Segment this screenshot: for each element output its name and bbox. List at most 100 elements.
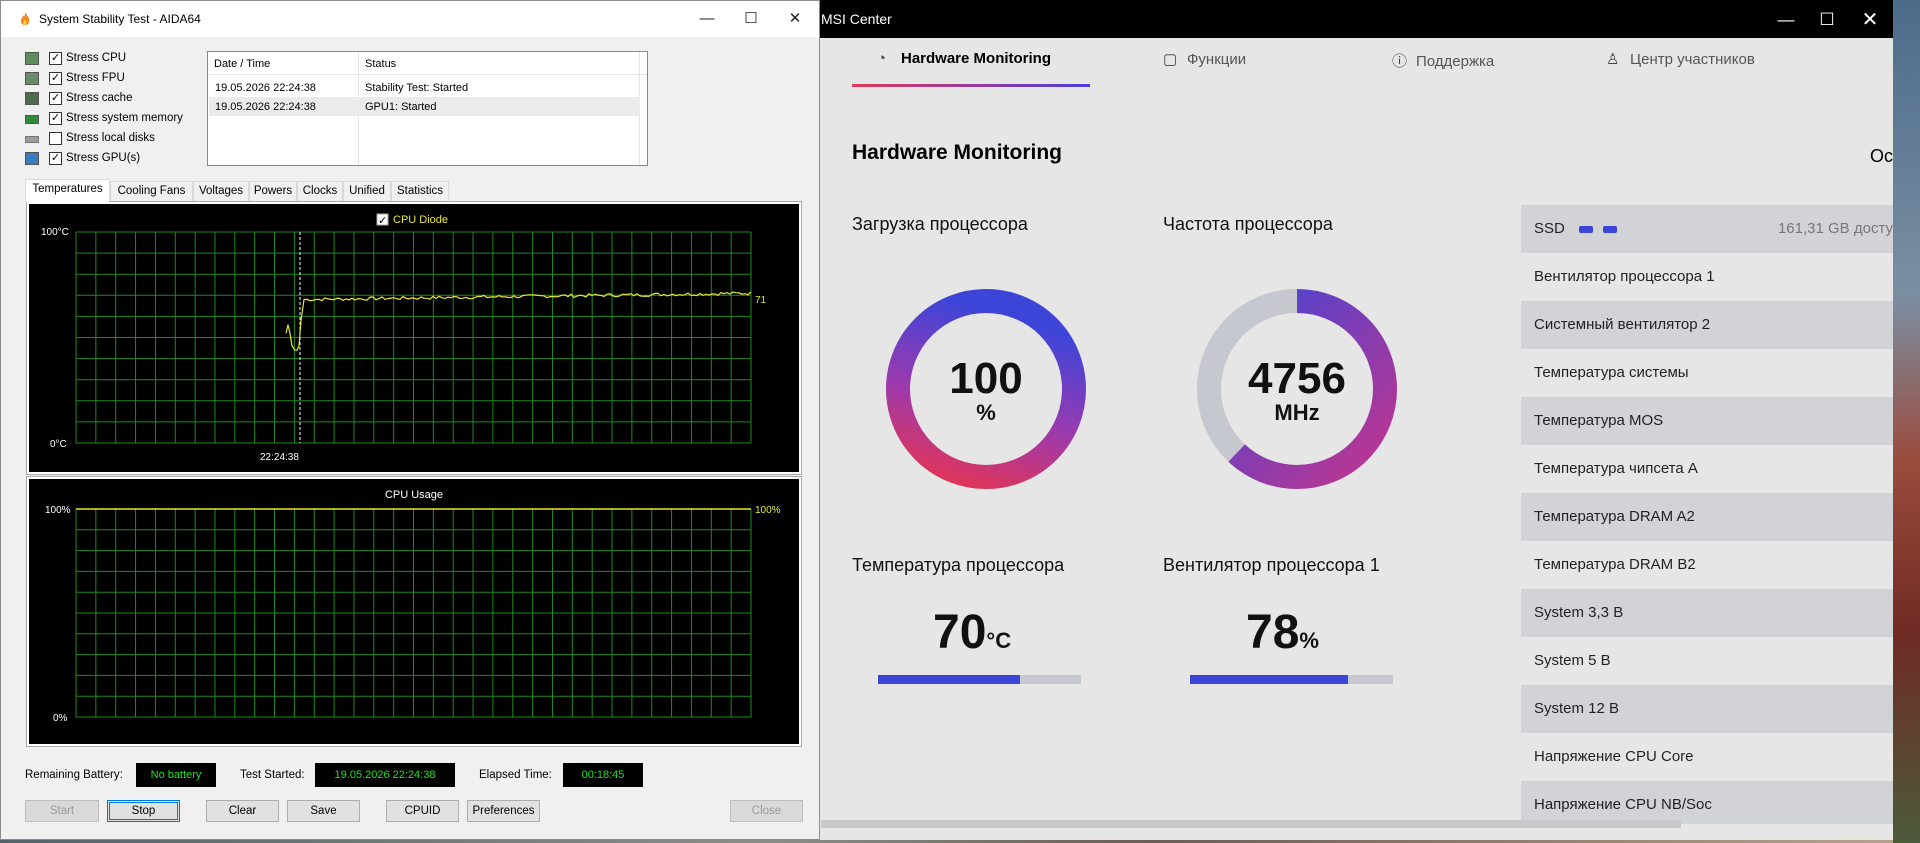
preferences-button[interactable]: Preferences: [467, 800, 540, 822]
msi-maximize-button[interactable]: ☐: [1807, 8, 1847, 32]
sensor-item[interactable]: Температура DRAM A2: [1521, 493, 1893, 541]
save-button[interactable]: Save: [287, 800, 360, 822]
nav-hardware-monitoring[interactable]: ◔ Hardware Monitoring: [877, 50, 1051, 74]
stress-cache-option[interactable]: ✓ Stress cache: [23, 89, 208, 109]
cpu-usage-graph-canvas: CPU Usage 100% 0% 100%: [45, 489, 781, 724]
disk-icon: [25, 136, 39, 143]
cpu-load-unit: %: [976, 400, 996, 425]
msi-close-button[interactable]: ✕: [1850, 8, 1890, 32]
temp-y-max-label: 100°C: [41, 227, 69, 238]
cpu-usage-graph: CPU Usage 100% 0% 100%: [26, 476, 802, 747]
sensor-item[interactable]: Напряжение CPU Core: [1521, 733, 1893, 781]
event-log-table[interactable]: Date / Time Status 19.05.2026 22:24:38 S…: [207, 51, 648, 166]
features-icon: ▢: [1163, 51, 1178, 68]
stress-cpu-label: Stress CPU: [66, 52, 127, 64]
stress-memory-checkbox[interactable]: ✓: [49, 112, 62, 125]
elapsed-time-value: 00:18:45: [563, 763, 643, 787]
window-title: System Stability Test - AIDA64: [39, 12, 201, 26]
stress-fpu-checkbox[interactable]: ✓: [49, 72, 62, 85]
cpu-fan-label: Вентилятор процессора 1: [1163, 555, 1380, 575]
cpu-usage-title: CPU Usage: [385, 489, 443, 501]
nav-member-center[interactable]: ♙ Центр участников: [1606, 50, 1755, 74]
msi-center-window: MSI Center — ☐ ✕ ◔ Hardware Monitoring ▢ Ф…: [820, 0, 1893, 840]
sensor-item-ssd[interactable]: SSD 161,31 GB досту: [1521, 205, 1893, 253]
cpuid-button[interactable]: CPUID: [386, 800, 459, 822]
log-col-status[interactable]: Status: [365, 58, 396, 70]
nav-features[interactable]: ▢ Функции: [1163, 50, 1246, 74]
cpu-temperature-value: 70°C: [933, 605, 1011, 660]
sensor-item[interactable]: Напряжение CPU NB/Soc: [1521, 781, 1893, 824]
sensor-item[interactable]: Температура MOS: [1521, 397, 1893, 445]
tab-unified[interactable]: Unified: [343, 181, 391, 201]
sensor-item[interactable]: Температура системы: [1521, 349, 1893, 397]
temp-y-min-label: 0°C: [50, 439, 67, 450]
stress-fpu-option[interactable]: ✓ Stress FPU: [23, 69, 208, 89]
log-row[interactable]: 19.05.2026 22:24:38 Stability Test: Star…: [209, 78, 640, 97]
cpu-fan-number: 78: [1246, 606, 1300, 659]
stress-gpu-checkbox[interactable]: ✓: [49, 152, 62, 165]
minimize-button[interactable]: —: [686, 7, 728, 31]
ssd-usage-indicator: [1603, 226, 1617, 233]
sensor-label: System 5 В: [1534, 652, 1611, 669]
sensor-label: Температура DRAM A2: [1534, 508, 1695, 525]
support-icon: ⓘ: [1392, 53, 1408, 70]
nav-label: Hardware Monitoring: [901, 50, 1052, 67]
cpu-icon: [25, 52, 39, 65]
aida64-window: System Stability Test - AIDA64 — ☐ ✕ ✓ S…: [0, 0, 820, 840]
sensor-item[interactable]: Температура чипсета A: [1521, 445, 1893, 493]
tab-statistics[interactable]: Statistics: [391, 181, 449, 201]
sensor-label: System 3,3 В: [1534, 604, 1624, 621]
sensor-item[interactable]: Температура DRAM B2: [1521, 541, 1893, 589]
aida64-titlebar[interactable]: System Stability Test - AIDA64 — ☐ ✕: [1, 1, 819, 37]
stress-gpu-option[interactable]: ✓ Stress GPU(s): [23, 149, 208, 169]
battery-value: No battery: [136, 763, 216, 787]
sensor-item[interactable]: System 3,3 В: [1521, 589, 1893, 637]
temperature-grid: [75, 231, 752, 444]
tab-powers[interactable]: Powers: [249, 181, 297, 201]
cpu-temperature-bar-fill: [878, 675, 1021, 684]
user-icon: ♙: [1606, 51, 1620, 68]
status-bar: Remaining Battery: No battery Test Start…: [1, 763, 821, 787]
close-button[interactable]: ✕: [774, 7, 816, 31]
stress-cpu-checkbox[interactable]: ✓: [49, 52, 62, 65]
stress-disks-option[interactable]: Stress local disks: [23, 129, 208, 149]
cpu-fan-bar: [1190, 675, 1393, 684]
temperature-graph-canvas: ✓ CPU Diode 100°C 0°C 22:24:38 71: [41, 213, 767, 463]
stress-cache-checkbox[interactable]: ✓: [49, 92, 62, 105]
clear-button[interactable]: Clear: [206, 800, 279, 822]
maximize-button[interactable]: ☐: [730, 7, 772, 31]
sensor-item[interactable]: System 5 В: [1521, 637, 1893, 685]
stress-gpu-label: Stress GPU(s): [66, 152, 141, 164]
tab-cooling-fans[interactable]: Cooling Fans: [110, 181, 193, 201]
test-started-label: Test Started:: [240, 769, 305, 781]
sensor-label: Системный вентилятор 2: [1534, 316, 1711, 333]
close-test-button[interactable]: Close: [730, 800, 803, 822]
tab-clocks[interactable]: Clocks: [297, 181, 343, 201]
cpu-diode-legend: CPU Diode: [393, 214, 448, 226]
cpu-temperature-unit: °C: [986, 628, 1012, 653]
log-col-date[interactable]: Date / Time: [214, 58, 270, 70]
msi-titlebar[interactable]: MSI Center — ☐ ✕: [820, 0, 1893, 38]
sensor-item[interactable]: Системный вентилятор 2: [1521, 301, 1893, 349]
log-row[interactable]: 19.05.2026 22:24:38 GPU1: Started: [209, 97, 640, 116]
stress-cache-label: Stress cache: [66, 92, 133, 104]
horizontal-scrollbar[interactable]: [821, 820, 1681, 828]
stress-fpu-label: Stress FPU: [66, 72, 125, 84]
start-button[interactable]: Start: [25, 800, 99, 822]
temp-time-label: 22:24:38: [260, 452, 299, 463]
stress-disks-checkbox[interactable]: [49, 132, 62, 145]
stress-memory-option[interactable]: ✓ Stress system memory: [23, 109, 208, 129]
nav-support[interactable]: ⓘ Поддержка: [1392, 50, 1494, 74]
cpu-load-number: 100: [949, 354, 1023, 403]
sensor-label: Температура системы: [1534, 364, 1689, 381]
msi-minimize-button[interactable]: —: [1766, 8, 1806, 32]
sensor-item[interactable]: System 12 В: [1521, 685, 1893, 733]
stress-cpu-option[interactable]: ✓ Stress CPU: [23, 49, 208, 69]
usage-y-min-label: 0%: [53, 713, 68, 724]
sensor-item[interactable]: Вентилятор процессора 1: [1521, 253, 1893, 301]
tab-voltages[interactable]: Voltages: [193, 181, 249, 201]
cpu-fan-unit: %: [1299, 628, 1319, 653]
stop-button[interactable]: Stop: [107, 800, 180, 822]
memory-icon: [25, 115, 39, 124]
tab-temperatures[interactable]: Temperatures: [25, 179, 110, 202]
